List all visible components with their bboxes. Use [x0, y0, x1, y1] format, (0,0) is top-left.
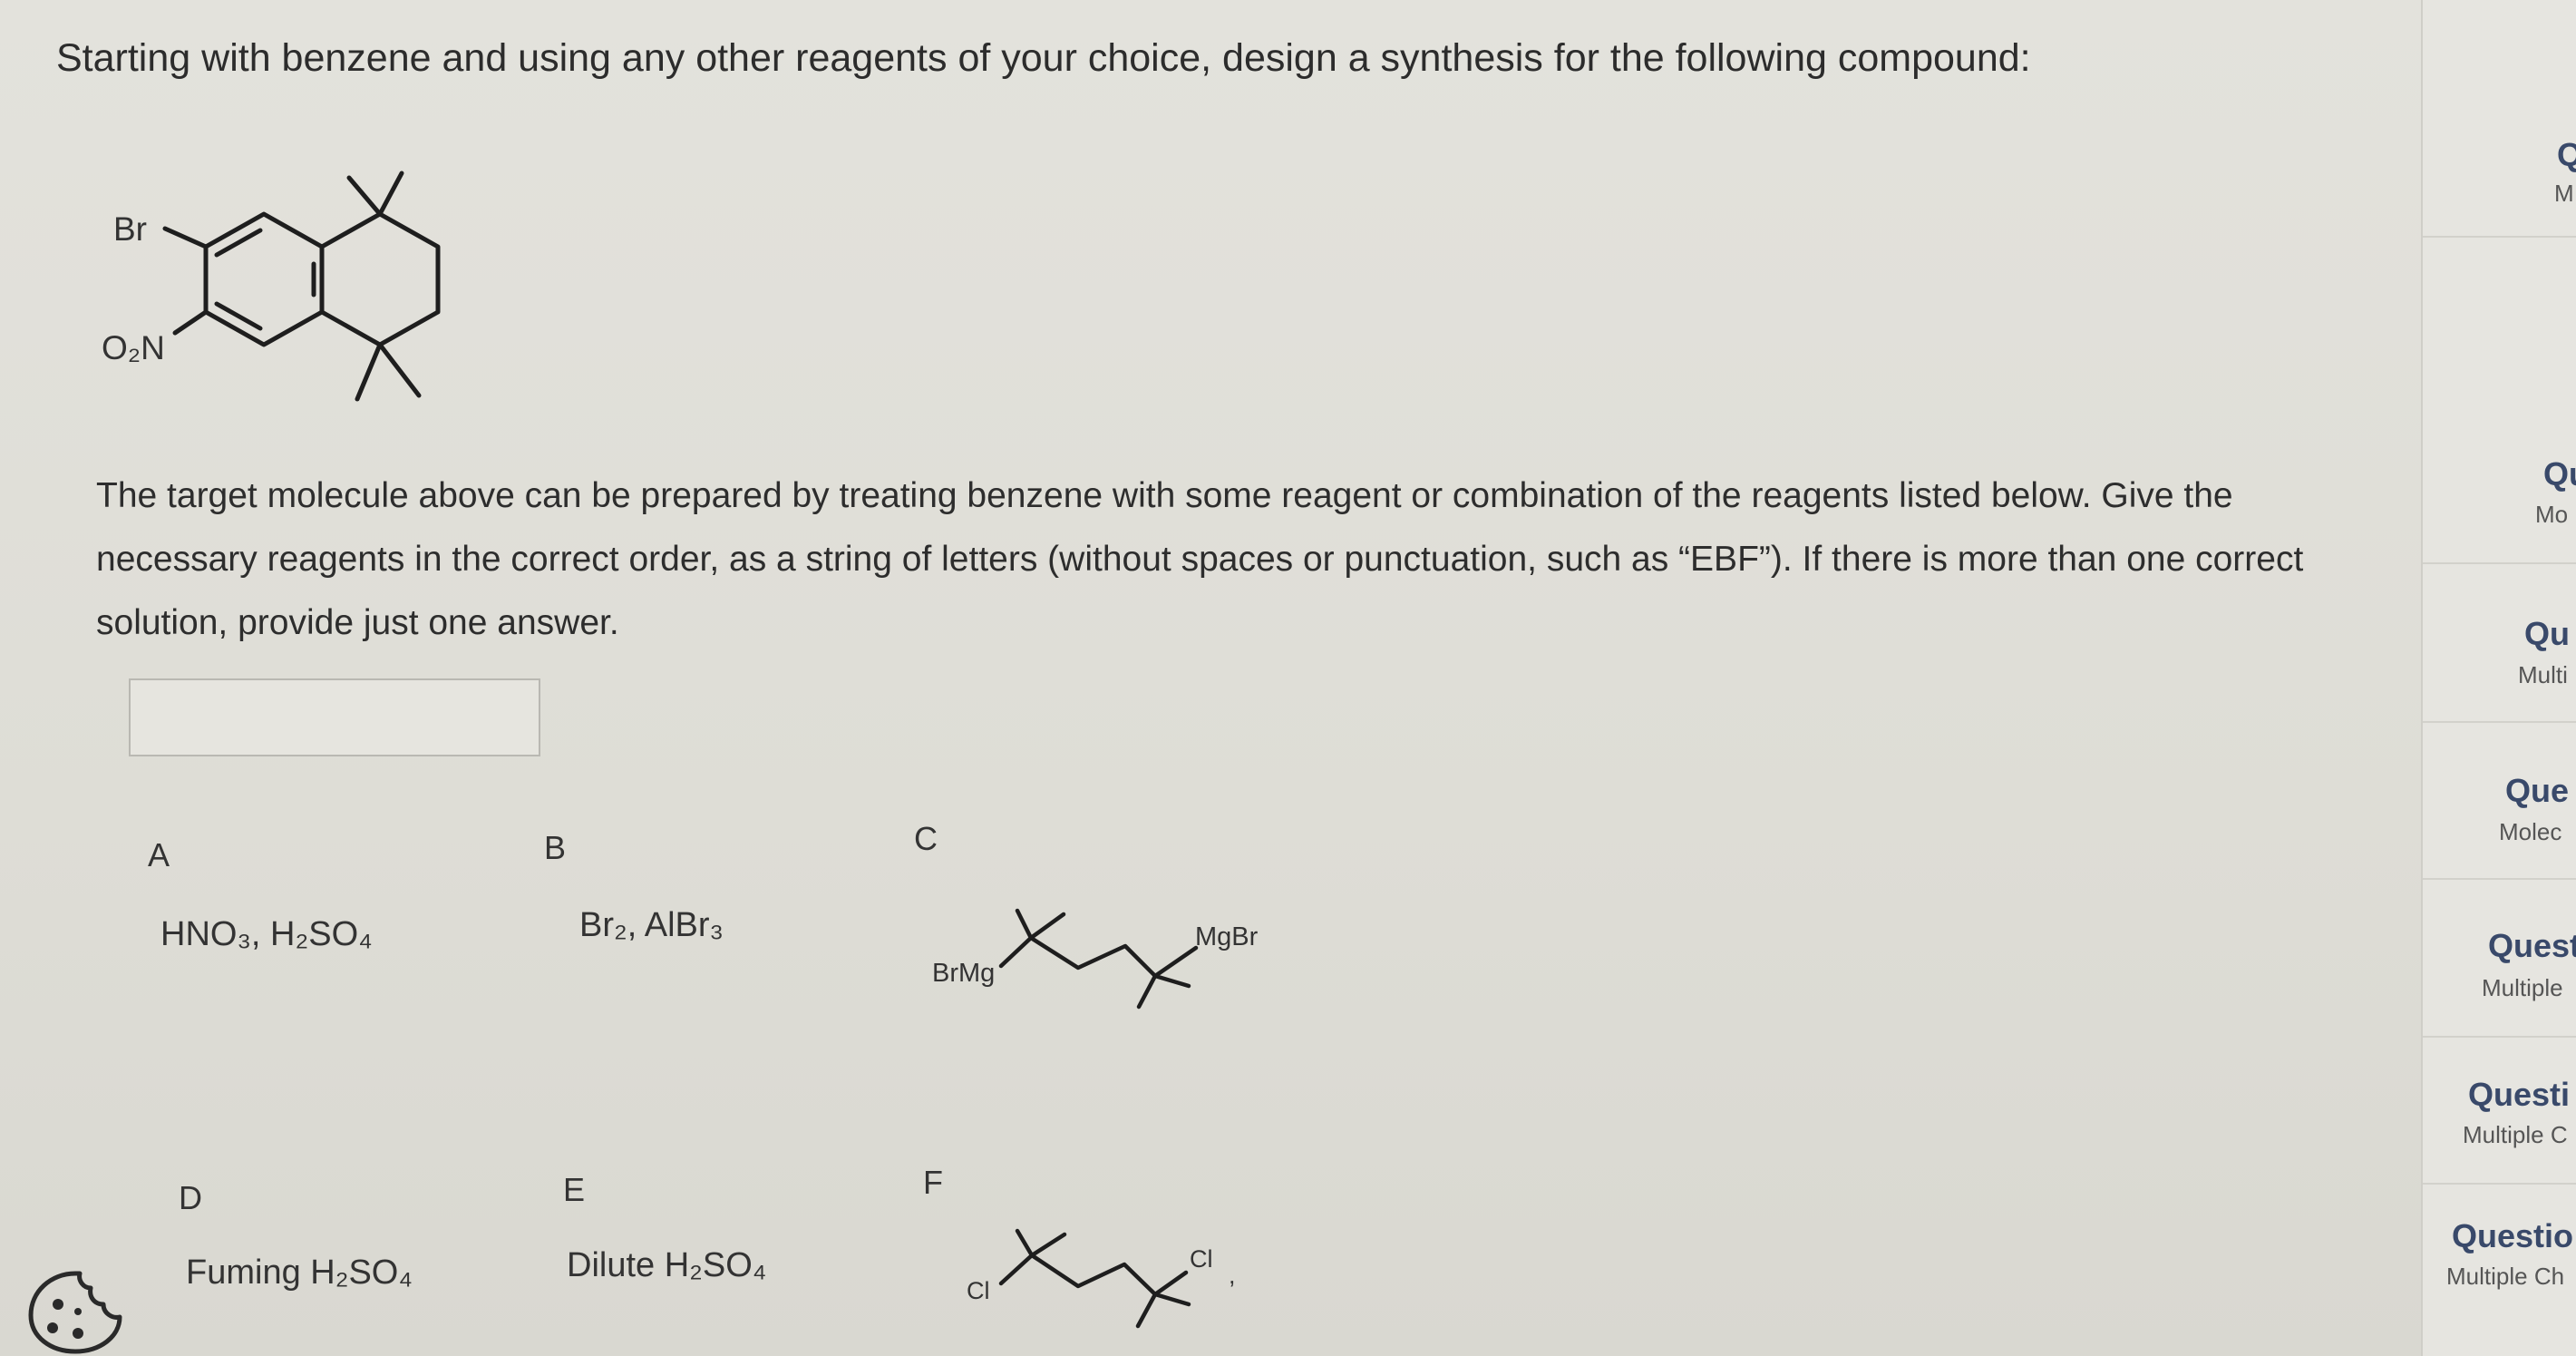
question-instructions: The target molecule above can be prepare… — [96, 476, 2304, 642]
option-c-letter: C — [914, 820, 938, 857]
sidebar-question-6-sub: Multiple C — [2463, 1121, 2568, 1148]
sidebar-question-3-title: Qu — [2524, 615, 2570, 652]
sidebar-question-5[interactable]: Quest Multiple — [2423, 891, 2576, 1038]
option-a-letter: A — [148, 836, 170, 873]
answer-input[interactable] — [129, 678, 540, 756]
bromo-label: Br — [113, 210, 147, 248]
cookie-icon[interactable] — [25, 1268, 125, 1355]
option-d-letter: D — [179, 1179, 202, 1216]
question-nav-sidebar: Q M Qu Mo Qu Multi Que Molec Quest Multi… — [2421, 0, 2576, 1356]
sidebar-question-2-sub: Mo — [2535, 501, 2569, 528]
target-molecule-structure: Br O₂N — [102, 171, 441, 402]
sidebar-question-1[interactable]: Q M — [2423, 100, 2576, 238]
question-prompt: Starting with benzene and using any othe… — [56, 36, 2031, 80]
option-d-reagents: Fuming H₂SO₄ — [186, 1254, 413, 1292]
sidebar-question-3-sub: Multi — [2518, 661, 2568, 688]
sidebar-question-7-title: Questio — [2452, 1217, 2574, 1254]
screen: Starting with benzene and using any othe… — [0, 0, 2576, 1356]
sidebar-question-3[interactable]: Qu Multi — [2423, 576, 2576, 723]
sidebar-question-1-title: Q — [2557, 136, 2576, 174]
option-b-reagents: Br₂, AlBr₃ — [579, 906, 724, 944]
option-e-reagents: Dilute H₂SO₄ — [567, 1246, 767, 1284]
sidebar-question-4-sub: Molec — [2499, 818, 2562, 845]
option-c-left-label: BrMg — [932, 959, 995, 988]
sidebar-question-7[interactable]: Questio Multiple Ch — [2423, 1185, 2576, 1330]
option-e-letter: E — [563, 1171, 586, 1208]
option-f-letter: F — [923, 1164, 943, 1201]
sidebar-question-5-title: Quest — [2488, 927, 2576, 964]
sidebar-question-2[interactable]: Qu Mo — [2423, 417, 2576, 564]
question-panel: Starting with benzene and using any othe… — [0, 0, 2421, 1356]
option-c-right-label: MgBr — [1195, 922, 1259, 951]
nitro-label: O₂N — [102, 329, 165, 366]
option-a-reagents: HNO₃, H₂SO₄ — [160, 915, 373, 953]
sidebar-question-4[interactable]: Que Molec — [2423, 733, 2576, 880]
sidebar-question-1-sub: M — [2554, 180, 2574, 207]
option-f-left-label: Cl — [967, 1277, 990, 1304]
option-f-right-label: Cl — [1190, 1245, 1213, 1273]
sidebar-question-6-title: Questi — [2468, 1076, 2571, 1113]
option-b-letter: B — [544, 829, 567, 866]
sidebar-question-6[interactable]: Questi Multiple C — [2423, 1038, 2576, 1185]
sidebar-question-7-sub: Multiple Ch — [2446, 1263, 2565, 1290]
sidebar-question-2-title: Qu — [2543, 455, 2576, 493]
option-c-grignard-structure: BrMg MgBr — [932, 908, 1259, 1010]
sidebar-question-5-sub: Multiple — [2482, 974, 2563, 1001]
svg-text:,: , — [1229, 1262, 1236, 1289]
option-f-dichloride-structure: Cl Cl , — [967, 1228, 1236, 1329]
sidebar-question-4-title: Que — [2505, 772, 2570, 809]
